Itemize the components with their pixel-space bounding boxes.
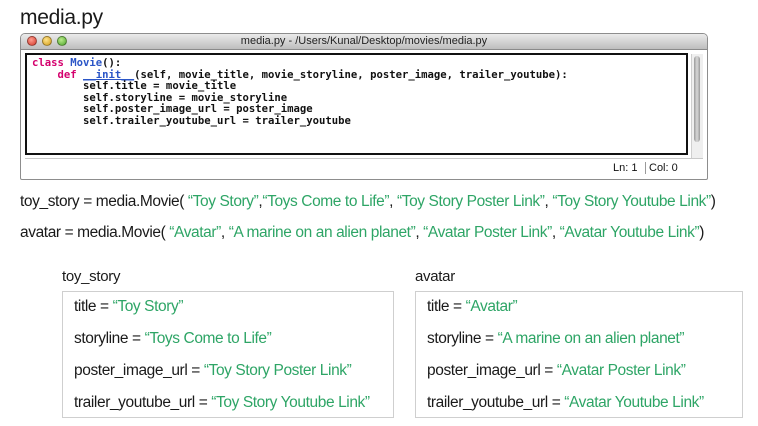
argument-separator: ,	[220, 224, 229, 241]
editor-window: media.py - /Users/Kunal/Desktop/movies/m…	[20, 33, 708, 180]
toy-story-statement: toy_story = media.Movie( “Toy Story”,“To…	[20, 193, 716, 211]
code-keyword: def	[57, 68, 77, 81]
avatar-object-box: title = “Avatar” storyline = “A marine o…	[415, 291, 743, 418]
line-number-indicator: Ln: 1	[613, 162, 638, 174]
argument-string: “A marine on an alien planet”	[228, 224, 416, 241]
attribute-value: “Toy Story”	[112, 298, 184, 315]
code-line: self.trailer_youtube_url = trailer_youtu…	[32, 114, 351, 127]
argument-string: “Avatar”	[169, 224, 221, 241]
attribute-key: poster_image_url =	[427, 362, 557, 379]
attribute-trailer-youtube-url: trailer_youtube_url = “Toy Story Youtube…	[74, 394, 370, 412]
attribute-value: “A marine on an alien planet”	[497, 330, 685, 347]
attribute-key: title =	[74, 298, 113, 315]
statement-prefix: toy_story = media.Movie(	[20, 193, 188, 210]
argument-string: “Avatar Poster Link”	[423, 224, 552, 241]
window-titlebar[interactable]: media.py - /Users/Kunal/Desktop/movies/m…	[21, 34, 707, 50]
code-function-name: __init__	[83, 68, 135, 81]
statement-prefix: avatar = media.Movie(	[20, 224, 170, 241]
avatar-object-label: avatar	[415, 268, 455, 285]
argument-separator: ,	[415, 224, 424, 241]
code-keyword: class	[32, 57, 64, 69]
toy-story-object-label: toy_story	[62, 268, 121, 285]
toy-story-object-box: title = “Toy Story” storyline = “Toys Co…	[62, 291, 394, 418]
attribute-poster-image-url: poster_image_url = “Avatar Poster Link”	[427, 362, 686, 380]
statement-suffix: )	[699, 224, 704, 241]
avatar-statement: avatar = media.Movie( “Avatar”, “A marin…	[20, 224, 704, 242]
attribute-storyline: storyline = “A marine on an alien planet…	[427, 330, 685, 348]
argument-string: “Toy Story Youtube Link”	[552, 193, 711, 210]
attribute-value: “Toys Come to Life”	[144, 330, 272, 347]
attribute-storyline: storyline = “Toys Come to Life”	[74, 330, 272, 348]
window-title: media.py - /Users/Kunal/Desktop/movies/m…	[240, 35, 488, 47]
page-title: media.py	[20, 6, 103, 29]
argument-string: “Toy Story Poster Link”	[396, 193, 545, 210]
attribute-value: “Toy Story Youtube Link”	[211, 394, 370, 411]
attribute-value: “Avatar”	[465, 298, 518, 315]
attribute-value: “Toy Story Poster Link”	[203, 362, 352, 379]
argument-separator: ,	[551, 224, 560, 241]
argument-string: “Avatar Youtube Link”	[559, 224, 700, 241]
argument-string: “Toy Story”	[187, 193, 259, 210]
code-text: ():	[102, 57, 122, 69]
attribute-key: storyline =	[74, 330, 145, 347]
code-class-name: Movie	[70, 57, 103, 69]
column-number-indicator: Col: 0	[645, 162, 678, 174]
attribute-poster-image-url: poster_image_url = “Toy Story Poster Lin…	[74, 362, 352, 380]
attribute-title: title = “Toy Story”	[74, 298, 184, 316]
attribute-title: title = “Avatar”	[427, 298, 518, 316]
attribute-key: trailer_youtube_url =	[74, 394, 212, 411]
code-text: (self, movie_title, movie_storyline, pos…	[134, 68, 568, 81]
attribute-value: “Avatar Youtube Link”	[564, 394, 704, 411]
status-bar: Ln: 1 Col: 0	[25, 158, 703, 177]
attribute-key: storyline =	[427, 330, 498, 347]
scrollbar-thumb[interactable]	[694, 56, 700, 142]
argument-string: “Toys Come to Life”	[262, 193, 390, 210]
attribute-key: trailer_youtube_url =	[427, 394, 565, 411]
attribute-trailer-youtube-url: trailer_youtube_url = “Avatar Youtube Li…	[427, 394, 704, 412]
attribute-key: poster_image_url =	[74, 362, 204, 379]
code-editor[interactable]: class Movie(): def __init__(self, movie_…	[25, 53, 688, 155]
attribute-key: title =	[427, 298, 466, 315]
argument-separator: ,	[389, 193, 397, 210]
vertical-scrollbar[interactable]	[691, 54, 703, 158]
statement-suffix: )	[710, 193, 716, 210]
attribute-value: “Avatar Poster Link”	[556, 362, 686, 379]
